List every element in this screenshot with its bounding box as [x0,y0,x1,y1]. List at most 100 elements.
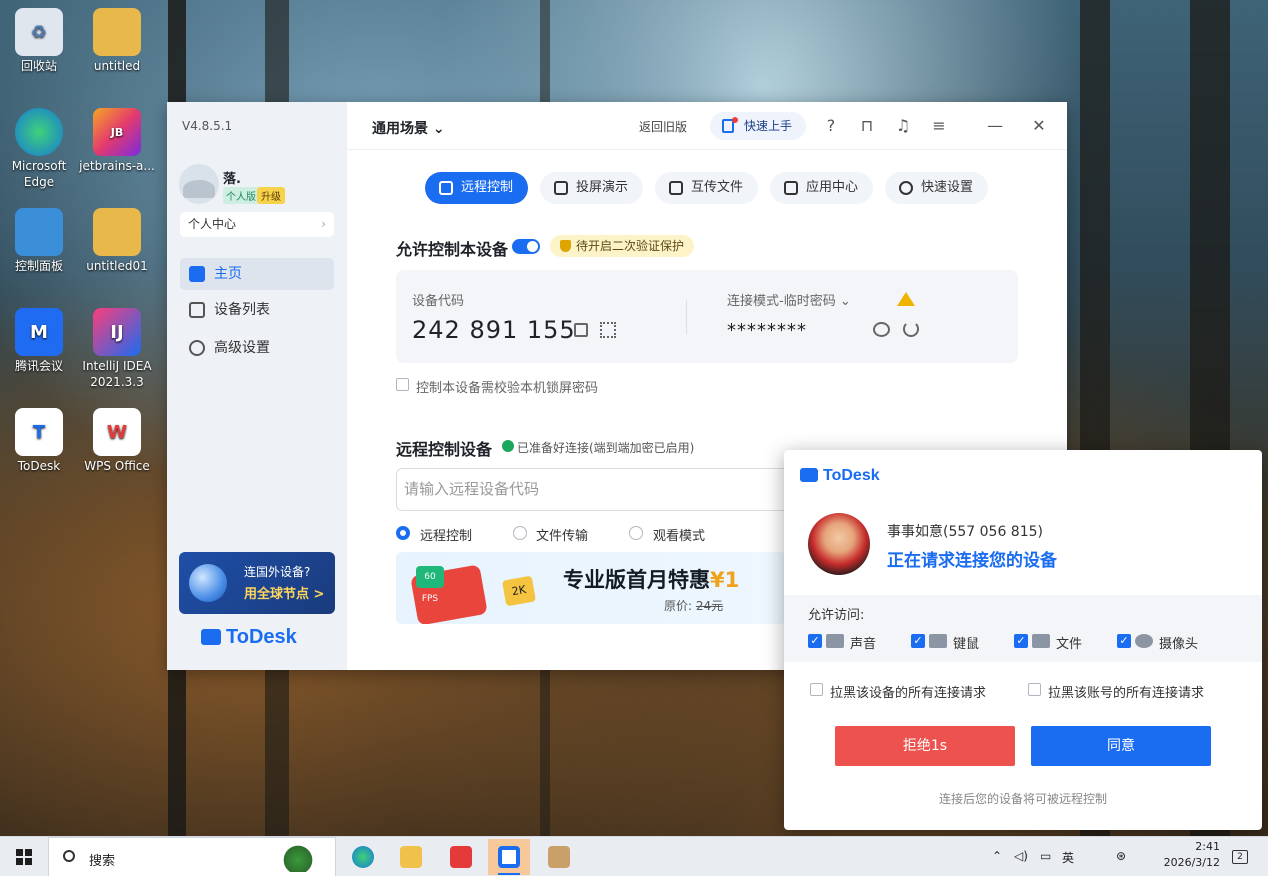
desktop-icon-recycle-bin[interactable]: ♻ 回收站 [0,8,78,74]
taskbar-app-explorer[interactable] [390,839,432,875]
sidebar-item-home[interactable]: 主页 [180,258,334,290]
desktop-icon-untitled01[interactable]: untitled01 [78,208,156,274]
notification-dot [732,117,738,123]
minimize-icon[interactable]: — [985,116,1005,136]
two-factor-badge[interactable]: 待开启二次验证保护 [550,235,695,257]
recycle-bin-icon: ♻ [15,8,63,56]
desktop-icon-label: Microsoft Edge [11,159,67,189]
taskbar-app-edge[interactable] [342,839,384,875]
desktop-icon-jetbrains[interactable]: JB jetbrains-a... [78,108,156,174]
tab-quick-settings[interactable]: 快速设置 [885,172,988,204]
folder-icon [93,8,141,56]
upgrade-badge[interactable]: 升级 [257,187,285,204]
requester-name: 事事如意(557 056 815) [887,524,1043,540]
requester-avatar [808,513,870,575]
taskbar-search[interactable]: 搜索 [48,837,336,876]
desktop-icon-todesk[interactable]: T ToDesk [0,408,78,474]
copy-icon[interactable] [574,323,588,337]
checkbox-checked[interactable]: ✓ [808,634,822,648]
lock-screen-label: 控制本设备需校验本机锁屏密码 [416,381,599,396]
global-node-promo[interactable]: 连国外设备? 用全球节点 > [179,552,335,614]
chevron-down-icon: ⌄ [432,121,445,137]
close-icon[interactable]: ✕ [1029,116,1049,136]
radio-view-mode[interactable] [629,526,643,540]
checkbox-checked[interactable]: ✓ [1014,634,1028,648]
quick-start-button[interactable]: 快速上手 [710,112,806,140]
tab-label: 快速设置 [921,180,974,195]
warning-icon[interactable] [897,292,915,306]
accept-button[interactable]: 同意 [1031,726,1211,766]
todesk-logo: ToDesk [800,467,880,485]
reject-button[interactable]: 拒绝1s [835,726,1015,766]
tab-remote-control[interactable]: 远程控制 [425,172,528,204]
radio-remote-control[interactable] [396,526,410,540]
connection-request-popup: ToDesk 事事如意(557 056 815) 正在请求连接您的设备 允许访问… [784,450,1262,830]
tab-label: 投屏演示 [576,180,629,195]
search-label: 搜索 [89,854,116,869]
desktop-icon-intellij[interactable]: IJ IntelliJ IDEA 2021.3.3 [78,308,156,390]
sidebar-item-advanced[interactable]: 高级设置 [180,332,334,364]
sidebar-item-devices[interactable]: 设备列表 [180,294,334,326]
qr-code-icon[interactable] [600,322,616,338]
taskbar-clock[interactable]: 2:41 2026/3/12 [1156,839,1220,871]
connection-mode-dropdown[interactable]: 连接模式-临时密码 ⌄ [727,290,851,309]
sidebar: V4.8.5.1 落. 个人版 升级 个人中心 › 主页 设备列表 高级设置 连… [167,102,347,670]
help-icon[interactable]: ? [821,116,841,136]
network-icon[interactable]: ▭ [1040,849,1051,863]
home-icon [189,266,205,282]
promo-banner[interactable]: 60 FPS 2K 专业版首月特惠¥1 原价: 24元 [396,552,786,624]
eye-hidden-icon[interactable] [873,322,890,337]
notification-center-icon[interactable]: 2 [1232,850,1248,864]
tray-chevron-up-icon[interactable]: ⌃ [992,849,1002,863]
security-tray-icon[interactable]: ⊛ [1116,849,1126,863]
lock-icon[interactable]: ⊓ [857,116,877,136]
checkbox-checked[interactable]: ✓ [911,634,925,648]
desktop-icon-label: 回收站 [20,59,57,73]
refresh-icon[interactable] [903,321,919,337]
tab-app-center[interactable]: 应用中心 [770,172,873,204]
block-device-checkbox[interactable] [810,683,823,696]
scene-label: 通用场景 [372,121,428,137]
bell-icon[interactable]: ♫ [893,116,913,136]
checkbox-checked[interactable]: ✓ [1117,634,1131,648]
volume-icon[interactable]: ◁) [1014,849,1028,863]
desktop-icon-control-panel[interactable]: 控制面板 [0,208,78,274]
todesk-icon: T [15,408,63,456]
windows-start-icon[interactable] [16,849,32,865]
desktop-icon-tencent-meeting[interactable]: M 腾讯会议 [0,308,78,374]
taskbar-app-package[interactable] [538,839,580,875]
taskbar-app-wps[interactable] [440,839,482,875]
radio-file-transfer[interactable] [513,526,527,540]
ready-status: 已准备好连接(端到端加密已启用) [517,441,695,455]
desktop-icon-untitled[interactable]: untitled [78,8,156,74]
remote-code-input[interactable]: 请输入远程设备代码 [396,468,816,511]
desktop-icon-edge[interactable]: Microsoft Edge [0,108,78,190]
scene-dropdown[interactable]: 通用场景 ⌄ [372,118,445,138]
desktop-icon-label: untitled01 [86,259,148,273]
fps-badge: 60 FPS [416,566,444,604]
tab-screen-cast[interactable]: 投屏演示 [540,172,643,204]
allow-control-toggle[interactable] [512,239,540,254]
personal-center-button[interactable]: 个人中心 › [180,212,334,237]
cast-icon [554,181,568,195]
desktop-icon-wps[interactable]: W WPS Office [78,408,156,474]
banner-original-price: 原价: 24元 [664,597,723,614]
allow-access-label: 允许访问: [808,608,865,623]
file-transfer-icon [669,181,683,195]
tab-file-transfer[interactable]: 互传文件 [655,172,758,204]
lock-screen-checkbox[interactable] [396,378,409,391]
avatar[interactable] [179,164,219,204]
taskbar-app-todesk[interactable] [488,839,530,875]
ime-icon[interactable]: 英 [1062,849,1074,866]
banner-title-main: 专业版首月特惠 [563,568,710,592]
menu-icon[interactable]: ≡ [929,116,949,136]
back-to-old-link[interactable]: 返回旧版 [639,118,687,135]
top-bar: 通用场景 ⌄ 返回旧版 快速上手 ? ⊓ ♫ ≡ — ✕ [347,102,1067,150]
plant-illustration-icon [283,842,313,872]
original-price-value: 24元 [695,599,724,613]
desktop-icon-label: jetbrains-a... [79,159,155,173]
wps-icon [450,846,472,868]
divider [686,300,687,334]
taskbar: 搜索 ⌃ ◁) ▭ 英 ⊛ 2:41 2026/3/12 2 [0,836,1268,876]
block-account-checkbox[interactable] [1028,683,1041,696]
